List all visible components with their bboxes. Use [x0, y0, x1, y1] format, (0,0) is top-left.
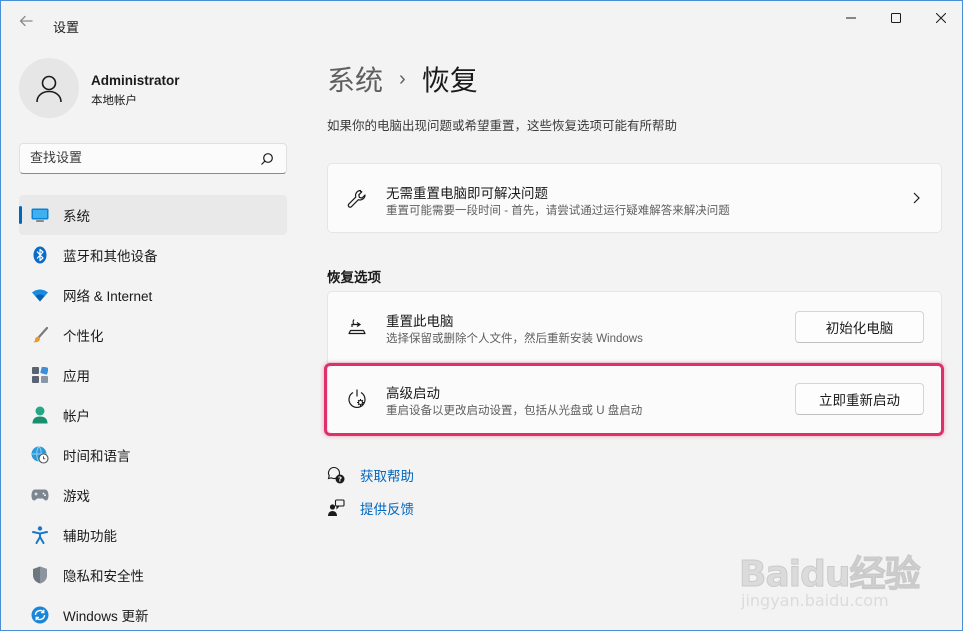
reset-pc-button[interactable]: 初始化电脑 — [795, 311, 924, 343]
section-title: 恢复选项 — [327, 270, 381, 285]
sidebar-nav: 系统 蓝牙和其他设备 网络 & Internet 个性化 应用 帐户 时间和语言… — [19, 195, 287, 630]
apps-icon — [31, 366, 49, 384]
search-box[interactable] — [19, 143, 287, 174]
globe-clock-icon — [31, 446, 49, 464]
restart-now-button[interactable]: 立即重新启动 — [795, 383, 924, 415]
sidebar-item-label: 游戏 — [63, 489, 90, 504]
get-help-link[interactable]: ? 获取帮助 — [327, 465, 414, 485]
sidebar-item-gaming[interactable]: 游戏 — [19, 475, 287, 515]
svg-text:?: ? — [338, 476, 342, 484]
sidebar-item-label: 蓝牙和其他设备 — [63, 249, 158, 264]
wifi-icon — [31, 286, 49, 304]
app-title: 设置 — [53, 20, 80, 35]
shield-icon — [31, 566, 49, 584]
sidebar-item-time-language[interactable]: 时间和语言 — [19, 435, 287, 475]
sidebar-item-label: 帐户 — [63, 409, 90, 424]
advanced-startup-icon — [348, 389, 366, 409]
maximize-icon — [891, 13, 901, 23]
recovery-options-card: 重置此电脑 选择保留或删除个人文件，然后重新安装 Windows 初始化电脑 高… — [327, 291, 942, 434]
sidebar-item-label: 系统 — [63, 209, 90, 224]
avatar[interactable] — [19, 58, 79, 118]
person-icon — [31, 406, 49, 424]
accessibility-icon — [31, 526, 49, 544]
troubleshoot-card[interactable]: 无需重置电脑即可解决问题 重置可能需要一段时间 - 首先，请尝试通过运行疑难解答… — [327, 163, 942, 233]
monitor-icon — [31, 206, 49, 224]
help-chat-icon: ? — [327, 466, 345, 484]
sidebar-item-label: 隐私和安全性 — [63, 569, 144, 584]
give-feedback-label[interactable]: 提供反馈 — [360, 498, 414, 518]
sidebar-item-label: 个性化 — [63, 329, 104, 344]
settings-window: 设置 Administrator 本地帐户 系统 蓝牙 — [0, 0, 963, 631]
breadcrumb-separator: › — [399, 67, 406, 90]
sidebar-item-windows-update[interactable]: Windows 更新 — [19, 595, 287, 630]
sidebar-item-label: 时间和语言 — [63, 449, 131, 464]
troubleshoot-row[interactable]: 无需重置电脑即可解决问题 重置可能需要一段时间 - 首先，请尝试通过运行疑难解答… — [328, 164, 941, 234]
search-icon[interactable] — [260, 152, 274, 166]
breadcrumb: 系统 › 恢复 — [327, 59, 478, 99]
close-button[interactable] — [918, 7, 962, 29]
reset-pc-icon — [348, 319, 366, 335]
sidebar-item-system[interactable]: 系统 — [19, 195, 287, 235]
advanced-startup-title: 高级启动 — [386, 386, 440, 401]
reset-pc-row: 重置此电脑 选择保留或删除个人文件，然后重新安装 Windows 初始化电脑 — [328, 292, 941, 362]
feedback-icon — [327, 499, 345, 517]
troubleshoot-title: 无需重置电脑即可解决问题 — [386, 186, 548, 201]
bluetooth-icon — [31, 246, 49, 264]
page-title: 恢复 — [421, 65, 478, 96]
sidebar-item-personalization[interactable]: 个性化 — [19, 315, 287, 355]
maximize-button[interactable] — [873, 7, 919, 29]
close-icon — [936, 13, 946, 23]
sidebar-item-label: Windows 更新 — [63, 609, 149, 624]
update-icon — [31, 606, 49, 624]
brush-icon — [31, 326, 49, 344]
troubleshoot-subtitle: 重置可能需要一段时间 - 首先，请尝试通过运行疑难解答来解决问题 — [386, 205, 730, 217]
sidebar-item-network[interactable]: 网络 & Internet — [19, 275, 287, 315]
watermark: Baidu经验 jingyan.baidu.com — [738, 541, 939, 616]
sidebar-item-label: 网络 & Internet — [63, 289, 153, 304]
minimize-button[interactable] — [828, 7, 874, 29]
sidebar-item-accounts[interactable]: 帐户 — [19, 395, 287, 435]
get-help-label[interactable]: 获取帮助 — [360, 465, 414, 485]
sidebar-item-accessibility[interactable]: 辅助功能 — [19, 515, 287, 555]
search-input[interactable] — [30, 150, 250, 165]
person-icon — [36, 75, 62, 103]
chevron-right-icon — [913, 192, 920, 204]
minimize-icon — [846, 17, 856, 19]
sidebar-item-bluetooth[interactable]: 蓝牙和其他设备 — [19, 235, 287, 275]
back-button[interactable] — [15, 13, 37, 35]
profile-name: Administrator — [91, 73, 180, 88]
gamepad-icon — [31, 486, 49, 504]
breadcrumb-parent[interactable]: 系统 — [327, 59, 383, 99]
wrench-icon — [347, 189, 366, 208]
watermark-url: jingyan.baidu.com — [741, 591, 889, 610]
sidebar-item-apps[interactable]: 应用 — [19, 355, 287, 395]
arrow-left-icon — [19, 15, 33, 27]
sidebar-item-label: 辅助功能 — [63, 529, 117, 544]
advanced-startup-row: 高级启动 重启设备以更改启动设置，包括从光盘或 U 盘启动 立即重新启动 — [328, 364, 941, 434]
watermark-brand: Baidu经验 — [738, 554, 920, 596]
reset-pc-title: 重置此电脑 — [386, 314, 454, 329]
give-feedback-link[interactable]: 提供反馈 — [327, 498, 414, 518]
page-description: 如果你的电脑出现问题或希望重置，这些恢复选项可能有所帮助 — [327, 119, 678, 133]
title-bar: 设置 — [1, 1, 962, 47]
advanced-startup-subtitle: 重启设备以更改启动设置，包括从光盘或 U 盘启动 — [386, 405, 643, 417]
reset-pc-subtitle: 选择保留或删除个人文件，然后重新安装 Windows — [386, 333, 643, 345]
sidebar-item-privacy[interactable]: 隐私和安全性 — [19, 555, 287, 595]
divider — [328, 362, 941, 363]
profile-account-type: 本地帐户 — [91, 95, 137, 107]
sidebar-item-label: 应用 — [63, 369, 90, 384]
